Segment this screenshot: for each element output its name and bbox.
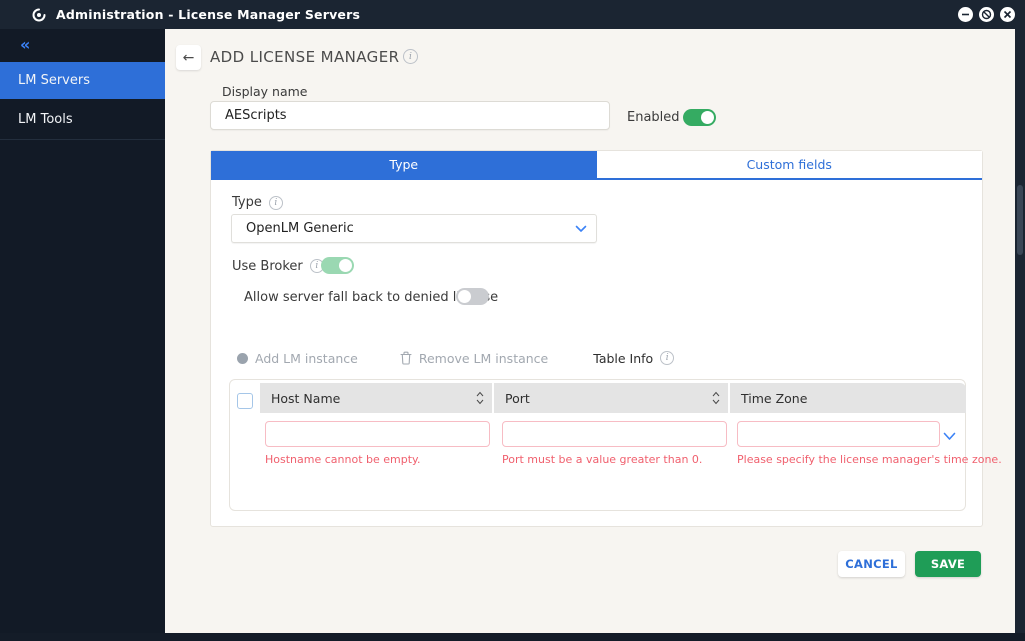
add-icon <box>237 352 248 364</box>
column-label: Host Name <box>271 390 341 406</box>
chevron-down-icon[interactable] <box>943 432 956 441</box>
add-lm-instance-label: Add LM instance <box>255 350 358 366</box>
use-broker-row: Use Broker i <box>232 256 324 276</box>
table-info-icon[interactable]: i <box>660 351 675 365</box>
tab-label: Type <box>389 157 419 172</box>
lm-instance-table: Host Name Port Time Zone Hostname cannot… <box>229 379 1002 511</box>
column-label: Time Zone <box>741 390 808 406</box>
port-input[interactable] <box>502 421 727 447</box>
select-all-checkbox[interactable] <box>237 393 253 409</box>
main-content: ← ADD LICENSE MANAGER i Display name Ena… <box>165 29 1015 633</box>
remove-lm-instance-button[interactable]: Remove LM instance <box>400 351 548 366</box>
minimize-button[interactable] <box>958 7 973 22</box>
close-icon <box>1003 10 1012 19</box>
table-toolbar: Add LM instance Remove LM instance Table… <box>237 350 675 366</box>
app-logo-icon <box>32 8 46 21</box>
maximize-disabled-icon <box>981 9 992 20</box>
sort-icon <box>476 391 484 405</box>
cancel-label: CANCEL <box>845 557 898 571</box>
cancel-button[interactable]: CANCEL <box>838 551 905 577</box>
window-controls <box>958 7 1015 22</box>
use-broker-toggle[interactable] <box>321 257 354 274</box>
toggle-knob <box>458 290 471 303</box>
table-info-label: Table Info <box>593 350 654 366</box>
bottom-frame <box>0 633 1025 641</box>
back-icon: ← <box>182 49 195 66</box>
license-manager-card: Type Custom fields Type i OpenLM Generic <box>210 150 1002 527</box>
toggle-knob <box>701 111 714 124</box>
page-title-info-icon[interactable]: i <box>403 49 418 64</box>
window-title: Administration - License Manager Servers <box>56 7 361 22</box>
save-label: SAVE <box>930 557 966 571</box>
back-button[interactable]: ← <box>176 45 201 70</box>
column-header-time-zone[interactable]: Time Zone <box>730 383 966 413</box>
toggle-knob <box>339 259 352 272</box>
timezone-select[interactable] <box>737 421 940 447</box>
table-header: Host Name Port Time Zone <box>230 383 966 413</box>
minimize-icon <box>962 13 969 16</box>
timezone-error: Please specify the license manager's tim… <box>737 453 1002 466</box>
app-window: Administration - License Manager Servers <box>0 0 1025 641</box>
host-name-input[interactable] <box>265 421 490 447</box>
type-label-row: Type i <box>232 195 283 210</box>
tab-custom-fields[interactable]: Custom fields <box>596 151 982 178</box>
sidebar-item-lm-servers[interactable]: LM Servers <box>0 62 165 99</box>
type-info-icon[interactable]: i <box>268 195 283 210</box>
tab-type[interactable]: Type <box>211 151 597 178</box>
enabled-label: Enabled <box>627 110 680 125</box>
trash-icon <box>400 351 412 365</box>
sidebar-item-label: LM Tools <box>18 111 73 127</box>
fallback-toggle[interactable] <box>456 288 489 305</box>
column-header-host-name[interactable]: Host Name <box>260 383 492 413</box>
enabled-toggle[interactable] <box>683 109 716 126</box>
chevron-down-icon <box>575 225 587 232</box>
right-frame <box>1015 29 1025 633</box>
tab-bar: Type Custom fields <box>211 151 982 180</box>
maximize-button[interactable] <box>979 7 994 22</box>
type-select[interactable]: OpenLM Generic <box>231 214 597 243</box>
type-select-value: OpenLM Generic <box>246 221 354 236</box>
display-name-input[interactable] <box>210 101 610 130</box>
save-button[interactable]: SAVE <box>915 551 981 577</box>
sidebar-item-label: LM Servers <box>18 73 90 88</box>
timezone-chevron <box>943 426 956 445</box>
sidebar: « LM Servers LM Tools <box>0 29 165 633</box>
page-title: ADD LICENSE MANAGER <box>210 48 400 66</box>
type-label: Type <box>232 195 262 210</box>
close-button[interactable] <box>1000 7 1015 22</box>
window-titlebar: Administration - License Manager Servers <box>0 0 1025 29</box>
remove-lm-instance-label: Remove LM instance <box>418 350 549 366</box>
table-info: Table Info i <box>593 350 675 366</box>
port-error: Port must be a value greater than 0. <box>502 453 703 466</box>
sidebar-collapse-button[interactable]: « <box>20 35 30 54</box>
scrollbar-thumb[interactable] <box>1017 185 1023 255</box>
sort-icon <box>712 391 720 405</box>
tab-label: Custom fields <box>746 157 832 172</box>
add-lm-instance-button[interactable]: Add LM instance <box>237 351 358 366</box>
sidebar-item-lm-tools[interactable]: LM Tools <box>0 99 165 140</box>
column-label: Port <box>505 390 530 406</box>
host-name-error: Hostname cannot be empty. <box>265 453 421 466</box>
display-name-label: Display name <box>222 84 308 99</box>
use-broker-label: Use Broker <box>232 258 303 274</box>
column-header-port[interactable]: Port <box>494 383 728 413</box>
